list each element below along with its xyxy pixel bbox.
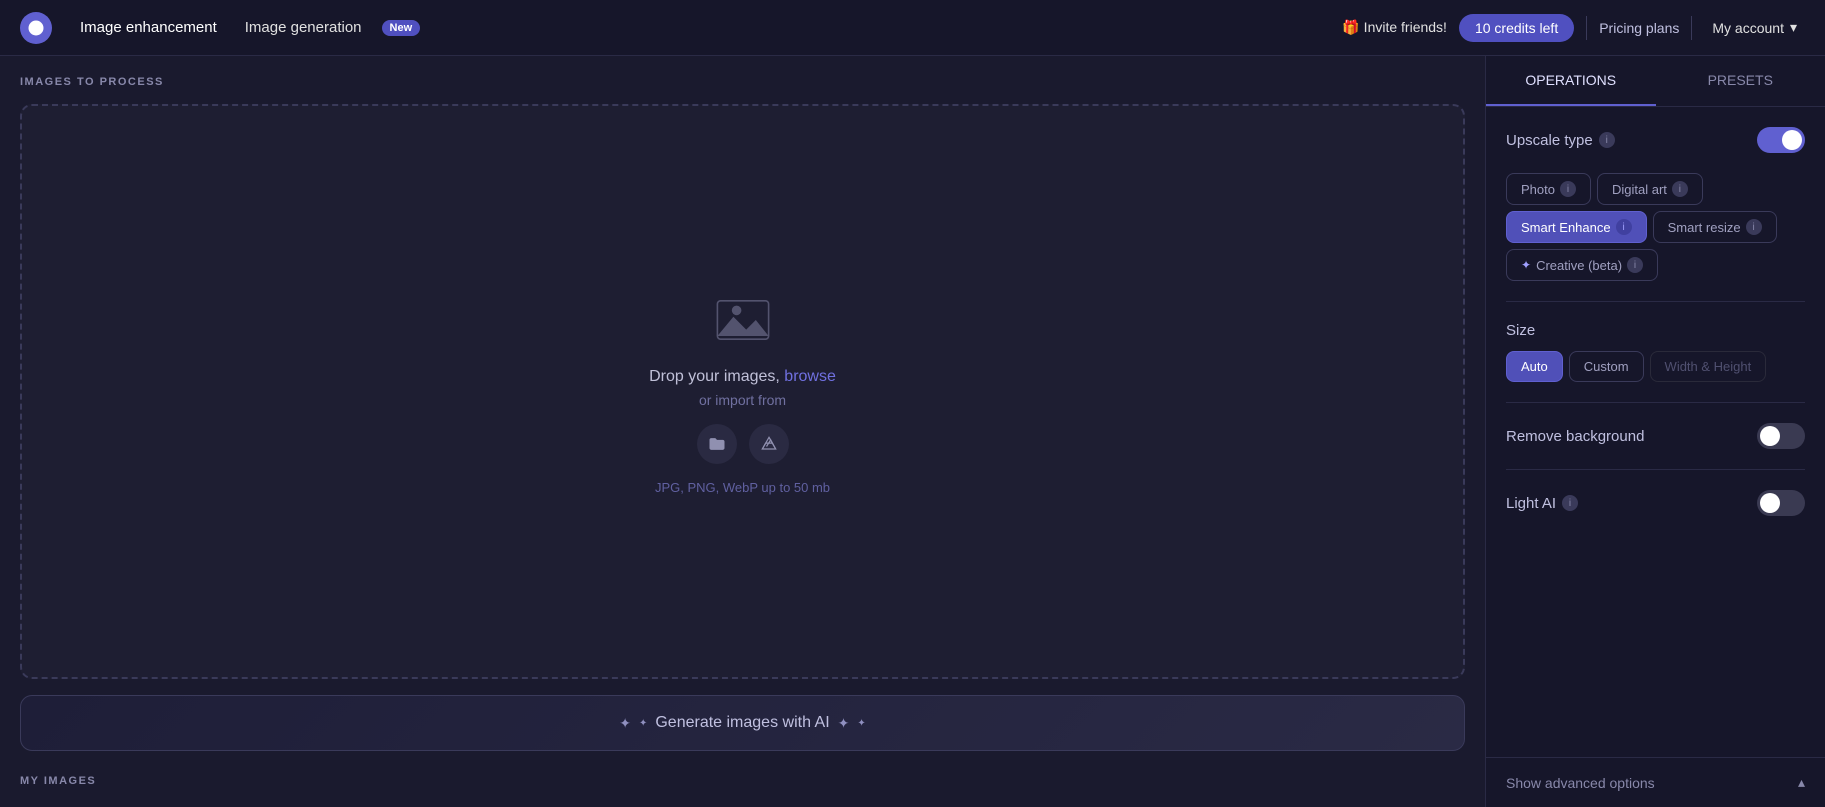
right-panel: OPERATIONS PRESETS Upscale type i Photo … xyxy=(1485,56,1825,807)
remove-background-label: Remove background xyxy=(1506,428,1644,445)
remove-background-row: Remove background xyxy=(1506,423,1805,449)
size-label: Size xyxy=(1506,322,1805,339)
new-badge: New xyxy=(382,20,421,36)
size-option-width-height[interactable]: Width & Height xyxy=(1650,351,1767,382)
size-options-group: Auto Custom Width & Height xyxy=(1506,351,1805,382)
digital-art-info-icon[interactable]: i xyxy=(1672,181,1688,197)
import-icons-row xyxy=(697,424,789,464)
upscale-type-row: Upscale type i xyxy=(1506,127,1805,153)
panel-content: Upscale type i Photo i Digital art i xyxy=(1486,107,1825,757)
nav-image-generation[interactable]: Image generation xyxy=(233,13,374,42)
credits-button[interactable]: 10 credits left xyxy=(1459,14,1574,42)
option-digital-art[interactable]: Digital art i xyxy=(1597,173,1703,205)
main-layout: IMAGES TO PROCESS Drop your images, brow… xyxy=(0,56,1825,807)
smart-enhance-info-icon[interactable]: i xyxy=(1616,219,1632,235)
file-types-text: JPG, PNG, WebP up to 50 mb xyxy=(655,480,830,495)
sparkle-icon-left: ✦ xyxy=(619,715,631,732)
option-smart-enhance[interactable]: Smart Enhance i xyxy=(1506,211,1647,243)
drop-icon xyxy=(711,288,775,352)
my-account-label: My account xyxy=(1712,20,1784,36)
light-ai-row: Light AI i xyxy=(1506,490,1805,516)
images-section-title: IMAGES TO PROCESS xyxy=(20,76,1465,88)
drop-or-text: or import from xyxy=(699,392,786,408)
size-option-auto[interactable]: Auto xyxy=(1506,351,1563,382)
option-smart-resize[interactable]: Smart resize i xyxy=(1653,211,1777,243)
size-option-custom[interactable]: Custom xyxy=(1569,351,1644,382)
upscale-type-toggle[interactable] xyxy=(1757,127,1805,153)
sparkle-icon-right: ✦ xyxy=(838,715,850,732)
generate-btn-label: Generate images with AI xyxy=(655,714,829,732)
remove-background-toggle[interactable] xyxy=(1757,423,1805,449)
my-images-title: MY IMAGES xyxy=(20,775,1465,787)
sparkle-icon-right2: ✦ xyxy=(857,718,865,729)
header-divider-2 xyxy=(1691,16,1692,40)
creative-info-icon[interactable]: i xyxy=(1627,257,1643,273)
show-advanced-options[interactable]: Show advanced options ▴ xyxy=(1486,757,1825,807)
upscale-options-group: Photo i Digital art i Smart Enhance i Sm… xyxy=(1506,173,1805,281)
generate-images-button[interactable]: ✦ ✦ Generate images with AI ✦ ✦ xyxy=(20,695,1465,751)
import-drive-button[interactable] xyxy=(749,424,789,464)
drop-main-text: Drop your images, browse xyxy=(649,368,836,386)
option-photo[interactable]: Photo i xyxy=(1506,173,1591,205)
upscale-type-label: Upscale type i xyxy=(1506,132,1615,149)
main-nav: Image enhancement Image generation New xyxy=(68,13,420,42)
option-creative-beta[interactable]: ✦ Creative (beta) i xyxy=(1506,249,1658,281)
section-separator-3 xyxy=(1506,469,1805,470)
import-folder-button[interactable] xyxy=(697,424,737,464)
light-ai-label: Light AI i xyxy=(1506,495,1578,512)
browse-link[interactable]: browse xyxy=(784,368,836,385)
smart-resize-info-icon[interactable]: i xyxy=(1746,219,1762,235)
tab-presets[interactable]: PRESETS xyxy=(1656,56,1825,106)
chevron-down-icon: ▾ xyxy=(1790,19,1797,36)
app-logo xyxy=(20,12,52,44)
my-account-menu[interactable]: My account ▾ xyxy=(1704,13,1805,42)
panel-tabs: OPERATIONS PRESETS xyxy=(1486,56,1825,107)
light-ai-info-icon[interactable]: i xyxy=(1562,495,1578,511)
sparkle-icon-left2: ✦ xyxy=(639,718,647,729)
image-dropzone[interactable]: Drop your images, browse or import from xyxy=(20,104,1465,679)
left-panel: IMAGES TO PROCESS Drop your images, brow… xyxy=(0,56,1485,807)
upscale-type-info-icon[interactable]: i xyxy=(1599,132,1615,148)
app-header: Image enhancement Image generation New 🎁… xyxy=(0,0,1825,56)
show-advanced-label: Show advanced options xyxy=(1506,775,1655,791)
tab-operations[interactable]: OPERATIONS xyxy=(1486,56,1656,106)
pricing-plans-link[interactable]: Pricing plans xyxy=(1599,20,1679,36)
header-divider xyxy=(1586,16,1587,40)
nav-image-enhancement[interactable]: Image enhancement xyxy=(68,13,229,42)
folder-icon xyxy=(707,434,727,454)
light-ai-toggle[interactable] xyxy=(1757,490,1805,516)
chevron-up-icon: ▴ xyxy=(1798,774,1805,791)
photo-info-icon[interactable]: i xyxy=(1560,181,1576,197)
section-separator-1 xyxy=(1506,301,1805,302)
drive-icon xyxy=(759,434,779,454)
invite-friends-button[interactable]: 🎁 Invite friends! xyxy=(1330,13,1459,42)
creative-sparkle-icon: ✦ xyxy=(1521,258,1531,272)
section-separator-2 xyxy=(1506,402,1805,403)
